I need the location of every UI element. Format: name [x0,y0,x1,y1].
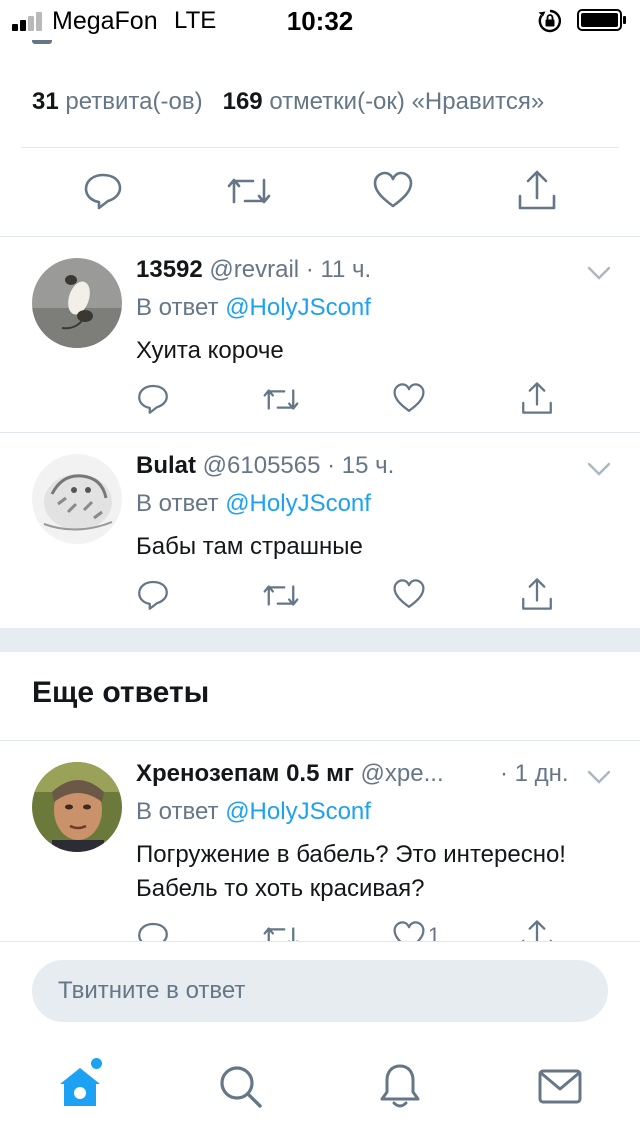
tweet-text: Хуита короче [136,337,284,364]
bell-icon[interactable] [376,1062,424,1110]
heart-icon [393,579,425,608]
like-button[interactable] [372,170,414,210]
like-button[interactable]: 1 [392,920,440,941]
retweet-icon [263,927,299,941]
divider [22,147,618,148]
reply-compose-input[interactable] [32,960,608,1022]
mail-icon[interactable] [536,1062,584,1110]
tweet-time: · 1 дн. [500,760,569,787]
retweet-button[interactable] [226,172,272,210]
share-icon [522,920,552,941]
reply-header: Хренозепам 0.5 мг @хре... · 1 дн. [136,760,576,788]
author-handle[interactable]: @6105565 [203,452,321,479]
chevron-down-icon[interactable] [586,264,612,282]
tweet-stats: 31 ретвита(-ов) 169 отметки(-ок) «Нравит… [32,88,544,116]
reply-to-prefix: В ответ [136,490,219,517]
bottom-bar [0,941,640,1136]
reply-icon [84,173,122,210]
section-separator [0,628,640,652]
author-name[interactable]: Хренозепам 0.5 мг [136,760,354,787]
reply-icon [138,580,168,610]
battery-icon [577,9,626,31]
reply-to-mention[interactable]: @HolyJSconf [225,798,371,825]
tweet-time: · 15 ч. [327,452,395,479]
chevron-down-icon[interactable] [586,768,612,786]
heart-icon [393,921,425,941]
share-icon [522,382,552,414]
reply-to-line: В ответ @HolyJSconf [136,294,371,322]
retweet-button[interactable] [262,384,300,415]
reply-icon [138,922,168,941]
reply-to-line: В ответ @HolyJSconf [136,490,371,518]
retweet-button[interactable] [262,580,300,611]
retweet-icon [263,389,299,410]
author-handle[interactable]: @хре... [361,760,444,787]
share-button[interactable] [520,576,554,612]
more-replies-title: Еще ответы [32,676,210,709]
reply-tweet[interactable]: Bulat @6105565 · 15 ч. В ответ @HolyJSco… [0,432,640,628]
likes-label: отметки(-ок) «Нравится» [269,88,545,115]
share-button[interactable] [520,380,554,416]
likes-count[interactable]: 169 [223,88,263,115]
avatar-image [32,762,122,852]
home-icon[interactable] [56,1062,104,1110]
reply-to-prefix: В ответ [136,294,219,321]
tweet-time: · 11 ч. [305,256,372,283]
reply-header: 13592 @revrail · 11 ч. [136,256,371,284]
avatar-image [32,258,122,348]
like-button[interactable] [392,382,426,414]
reply-button[interactable] [136,382,170,416]
share-button[interactable] [520,918,554,941]
author-name[interactable]: 13592 [136,256,203,283]
reply-to-mention[interactable]: @HolyJSconf [225,294,371,321]
reply-button[interactable] [82,170,124,212]
like-count: 1 [428,923,441,941]
reply-to-line: В ответ @HolyJSconf [136,798,371,826]
retweets-count[interactable]: 31 [32,88,59,115]
reply-button[interactable] [136,578,170,612]
share-icon [518,170,556,210]
heart-icon [373,171,413,208]
avatar-image [32,454,122,544]
tweet-text: Бабы там страшные [136,533,363,560]
retweet-button[interactable] [262,922,300,941]
new-content-dot [91,1058,102,1069]
chevron-down-icon[interactable] [586,460,612,478]
tweet-actions [0,168,640,216]
author-handle[interactable]: @revrail [209,256,299,283]
avatar[interactable] [32,454,122,544]
reply-button[interactable] [136,920,170,941]
heart-icon [393,383,425,412]
retweet-icon [263,585,299,606]
like-button[interactable] [392,578,426,610]
status-bar: MegaFon LTE 10:32 [0,0,640,40]
reply-to-mention[interactable]: @HolyJSconf [225,490,371,517]
reply-header: Bulat @6105565 · 15 ч. [136,452,394,480]
retweet-icon [227,178,271,204]
rotation-lock-icon [538,9,562,33]
tweet-text: Погружение в бабель? Это интересно! Бабе… [136,841,566,902]
avatar[interactable] [32,762,122,852]
reply-tweet[interactable]: Хренозепам 0.5 мг @хре... · 1 дн. В отве… [0,740,640,941]
avatar[interactable] [32,258,122,348]
reply-tweet[interactable]: 13592 @revrail · 11 ч. В ответ @HolyJSco… [0,236,640,432]
retweets-label: ретвита(-ов) [65,88,203,115]
reply-icon [138,384,168,414]
share-icon [522,578,552,610]
reply-to-prefix: В ответ [136,798,219,825]
share-button[interactable] [516,168,558,212]
search-icon[interactable] [216,1062,264,1110]
author-name[interactable]: Bulat [136,452,196,479]
